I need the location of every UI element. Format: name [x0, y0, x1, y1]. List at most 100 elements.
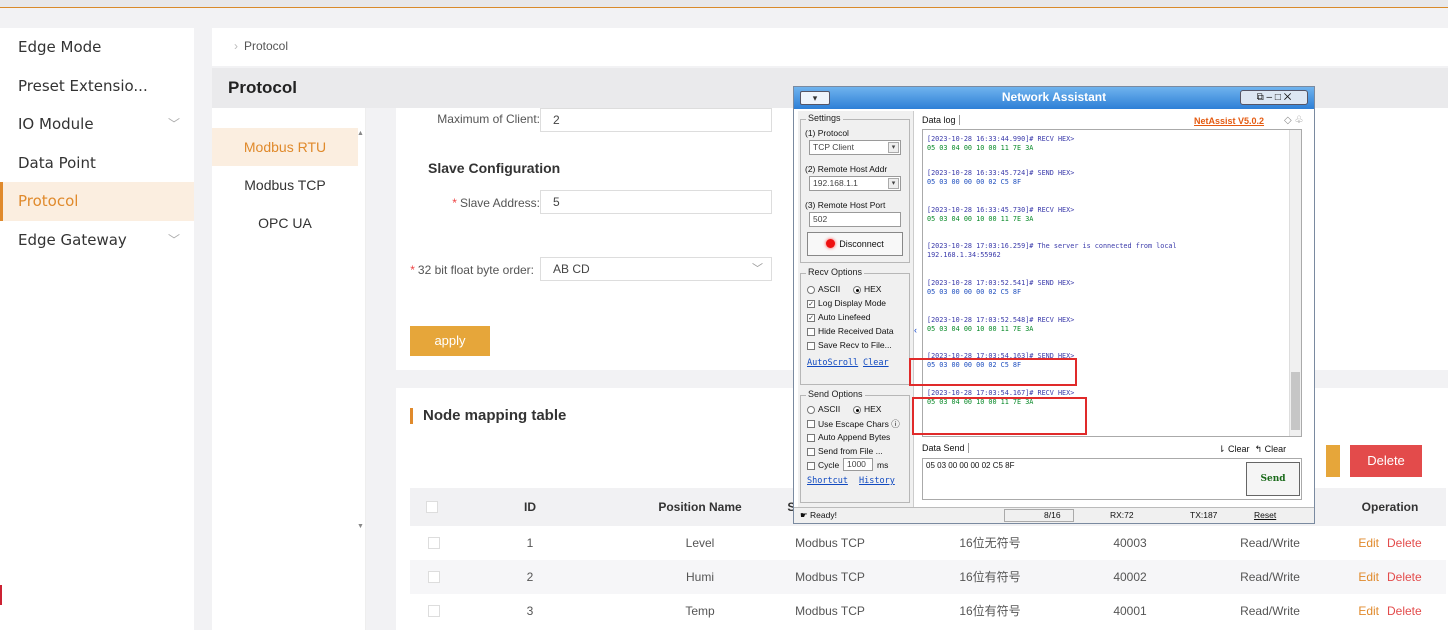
row-name: Temp	[685, 604, 715, 618]
recv-clear-link[interactable]: Clear	[863, 358, 889, 368]
subnav-modbus-tcp[interactable]: Modbus TCP	[212, 166, 358, 204]
breadcrumb-current[interactable]: Protocol	[244, 39, 288, 53]
port-label: (3) Remote Host Port	[805, 200, 886, 210]
edit-link[interactable]: Edit	[1358, 604, 1379, 618]
hide-received-checkbox[interactable]	[807, 328, 815, 336]
recv-hex-radio[interactable]	[853, 286, 861, 294]
edit-link[interactable]: Edit	[1358, 570, 1379, 584]
host-select[interactable]: 192.168.1.1 ▾	[809, 176, 901, 191]
nav-label: Data Point	[18, 153, 96, 172]
log-scrollbar[interactable]	[1289, 130, 1301, 436]
row-operations: Edit Delete	[1340, 560, 1440, 594]
nav-item-preset-extension[interactable]: Preset Extensio...	[0, 67, 194, 106]
autoscroll-link[interactable]: AutoScroll	[807, 358, 858, 368]
bell-icon[interactable]: ♧	[1294, 115, 1303, 126]
log-data: 05 03 00 00 00 02 C5 8F	[927, 178, 1022, 186]
delete-button[interactable]: Delete	[1350, 445, 1422, 477]
na-titlebar[interactable]: ▾ Network Assistant ⧉ – □ ✕	[794, 87, 1314, 109]
select-all-checkbox[interactable]	[426, 501, 438, 513]
protocol-label: (1) Protocol	[805, 128, 849, 138]
status-dot-icon	[826, 239, 836, 248]
reset-button[interactable]: Reset	[1254, 510, 1276, 520]
version-link[interactable]: NetAssist V5.0.2	[1194, 116, 1264, 126]
add-button[interactable]	[1326, 445, 1340, 477]
chevron-down-icon: ﹀	[167, 117, 180, 131]
send-hex-radio[interactable]	[853, 406, 861, 414]
skin-icons[interactable]: ◇ ♧	[1284, 115, 1303, 126]
row-rw: Read/Write	[1240, 604, 1300, 618]
apply-button[interactable]: apply	[410, 326, 490, 356]
recv-ascii-radio[interactable]	[807, 286, 815, 294]
na-options-panel: Settings (1) Protocol TCP Client ▾ (2) Re…	[798, 111, 917, 507]
cycle-unit: ms	[877, 460, 889, 470]
send-ascii-radio[interactable]	[807, 406, 815, 414]
nav-item-data-point[interactable]: Data Point	[0, 144, 194, 183]
protocol-select[interactable]: TCP Client ▾	[809, 140, 901, 155]
slave-address-input[interactable]: 5	[540, 190, 772, 214]
row-checkbox[interactable]	[428, 537, 440, 549]
info-icon[interactable]: ⓘ	[891, 419, 900, 429]
send-options-title: Send Options	[806, 389, 865, 399]
ready-icon: ☛	[800, 510, 808, 520]
history-link[interactable]: History	[859, 476, 895, 486]
log-data: 192.168.1.34:55962	[927, 251, 1001, 259]
row-checkbox[interactable]	[428, 571, 440, 583]
auto-linefeed-checkbox[interactable]: ✓	[807, 314, 815, 322]
port-input[interactable]: 502	[809, 212, 901, 227]
escape-chars-checkbox[interactable]	[807, 420, 815, 428]
subnav-modbus-rtu[interactable]: Modbus RTU	[212, 128, 358, 166]
cycle-label: Cycle	[818, 460, 840, 470]
clear-recv-button[interactable]: ⇂ Clear	[1218, 444, 1250, 454]
save-recv-checkbox[interactable]	[807, 342, 815, 350]
subnav-opc-ua[interactable]: OPC UA	[212, 204, 358, 242]
log-header: [2023-10-28 17:03:54.167]# RECV HEX>	[927, 389, 1075, 397]
clear-send-button[interactable]: ↰ Clear	[1255, 444, 1287, 454]
row-type: 16位无符号	[959, 536, 1021, 550]
row-id: 3	[526, 604, 534, 618]
delete-link[interactable]: Delete	[1387, 604, 1422, 618]
slave-config-title: Slave Configuration	[428, 160, 561, 176]
nav-item-edge-mode[interactable]: Edge Mode	[0, 28, 194, 67]
subnav-scrollbar[interactable]: ▲ ▼	[357, 128, 365, 530]
nav-item-protocol[interactable]: Protocol	[0, 182, 194, 221]
log-header: [2023-10-28 16:33:45.730]# RECV HEX>	[927, 206, 1075, 214]
cycle-interval-input[interactable]: 1000	[843, 458, 873, 471]
collapse-arrow-icon[interactable]: ‹	[914, 325, 917, 335]
row-id: 2	[526, 570, 534, 584]
row-address: 40001	[1113, 604, 1147, 618]
send-file-checkbox[interactable]	[807, 448, 815, 456]
max-client-label: Maximum of Client:	[437, 112, 540, 126]
recv-options-title: Recv Options	[806, 267, 865, 277]
dropdown-arrow-icon: ▾	[888, 142, 899, 153]
send-button[interactable]: Send	[1246, 462, 1300, 496]
row-checkbox[interactable]	[428, 605, 440, 617]
datalog-tab[interactable]: Data log	[922, 115, 960, 125]
log-data: 05 03 04 00 10 00 11 7E 3A	[927, 215, 1034, 223]
edit-link[interactable]: Edit	[1358, 536, 1379, 550]
log-display-checkbox[interactable]: ✓	[807, 300, 815, 308]
send-input[interactable]: 05 03 00 00 00 02 C5 8F	[922, 458, 1302, 500]
diamond-icon[interactable]: ◇	[1284, 115, 1292, 126]
disconnect-button[interactable]: Disconnect	[807, 232, 903, 256]
left-nav: Edge Mode Preset Extensio... IO Module ﹀ …	[0, 28, 194, 630]
cycle-checkbox[interactable]	[807, 462, 815, 470]
window-controls[interactable]: ⧉ – □ ✕	[1240, 90, 1308, 105]
nav-item-edge-gateway[interactable]: Edge Gateway ﹀	[0, 221, 194, 260]
nav-item-io-module[interactable]: IO Module ﹀	[0, 105, 194, 144]
max-client-input[interactable]: 2	[540, 108, 772, 132]
auto-append-checkbox[interactable]	[807, 434, 815, 442]
scroll-down-icon[interactable]: ▼	[357, 523, 364, 530]
delete-link[interactable]: Delete	[1387, 536, 1422, 550]
float-order-select[interactable]: AB CD ﹀	[540, 257, 772, 281]
nav-label: Preset Extensio...	[18, 76, 148, 95]
float-order-label: * 32 bit float byte order:	[410, 263, 534, 277]
data-log-area[interactable]: [2023-10-28 16:33:44.990]# RECV HEX> 05 …	[922, 129, 1302, 437]
settings-group-title: Settings	[806, 113, 843, 123]
nav-label: Edge Mode	[18, 38, 102, 56]
delete-link[interactable]: Delete	[1387, 570, 1422, 584]
scroll-up-icon[interactable]: ▲	[357, 130, 364, 137]
protocol-subnav: Modbus RTU Modbus TCP OPC UA ▲ ▼	[212, 108, 366, 630]
datasend-tab[interactable]: Data Send	[922, 443, 969, 453]
log-scroll-thumb[interactable]	[1291, 372, 1300, 430]
shortcut-link[interactable]: Shortcut	[807, 476, 848, 486]
